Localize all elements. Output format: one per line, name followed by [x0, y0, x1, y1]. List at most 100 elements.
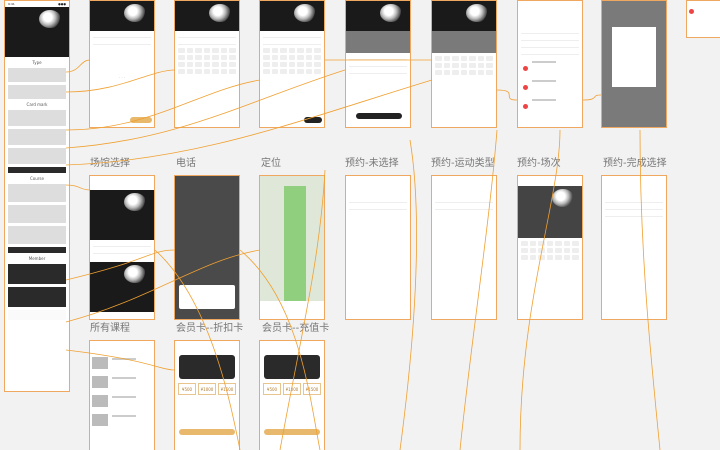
avatar: [523, 104, 528, 109]
prototype-canvas: 9:41 ●●● Type Card mark Course Member · ·…: [0, 0, 720, 450]
screen-comments-partial[interactable]: [686, 0, 720, 38]
amount-option[interactable]: ¥1000: [198, 383, 216, 395]
screen-location[interactable]: [259, 0, 325, 128]
form-row[interactable]: [521, 34, 579, 41]
amount-option[interactable]: ¥500: [263, 383, 281, 395]
screen-booking-session[interactable]: [517, 0, 583, 128]
section-courses-title: Course: [30, 176, 44, 181]
connector: [496, 89, 518, 101]
hero-banner: [90, 190, 154, 240]
form-row[interactable]: [435, 196, 493, 203]
hero-banner: [175, 1, 239, 31]
screen-home[interactable]: 9:41 ●●● Type Card mark Course Member: [4, 0, 70, 392]
sheet-row: [349, 67, 407, 74]
label-phone: 电话: [176, 158, 196, 169]
view-all-button[interactable]: [8, 167, 66, 173]
form-row[interactable]: [521, 41, 579, 48]
section-member-title: Member: [28, 256, 46, 261]
tab-bar[interactable]: [8, 310, 66, 320]
venue-card[interactable]: [8, 148, 66, 164]
course-card[interactable]: [8, 205, 66, 223]
avatar: [523, 85, 528, 90]
member-card-visual: [264, 355, 320, 379]
screen-booking-done[interactable]: [601, 0, 667, 128]
picker-sheet[interactable]: [432, 53, 496, 127]
screen-course-list[interactable]: [89, 340, 155, 450]
label-booking-unselected: 预约-未选择: [345, 158, 399, 169]
label-booking-done: 预约-完成选择: [603, 158, 667, 169]
book-button[interactable]: [304, 117, 322, 123]
screen-form-d[interactable]: [601, 175, 667, 320]
info-row: [178, 31, 236, 38]
confirm-button[interactable]: [130, 117, 152, 123]
screen-booking-sport[interactable]: [431, 0, 497, 128]
info-row: [93, 240, 151, 247]
info-row: [178, 38, 236, 45]
amount-option[interactable]: ¥1500: [218, 383, 236, 395]
screen-booking-unselected[interactable]: [345, 0, 411, 128]
text-line: [532, 80, 556, 82]
form-row[interactable]: [435, 203, 493, 210]
course-list[interactable]: [90, 355, 154, 431]
screen-form-c[interactable]: [517, 175, 583, 320]
section-venue-title: Card mark: [26, 102, 48, 107]
form-row[interactable]: [605, 196, 663, 203]
amount-options[interactable]: ¥500 ¥1000 ¥1500: [178, 383, 236, 395]
picker-grid[interactable]: [432, 53, 496, 78]
form-row[interactable]: [521, 27, 579, 34]
type-tile[interactable]: [8, 85, 66, 99]
label-booking-sport: 预约-运动类型: [431, 158, 495, 169]
amount-option[interactable]: ¥1000: [283, 383, 301, 395]
bottom-sheet[interactable]: [346, 53, 410, 127]
screen-phone[interactable]: [174, 0, 240, 128]
dialog[interactable]: [612, 27, 656, 87]
form-row[interactable]: [605, 210, 663, 217]
type-tile[interactable]: [8, 68, 66, 82]
member-card[interactable]: [8, 287, 66, 307]
hero-banner: [432, 1, 496, 31]
screen-form-a[interactable]: [345, 175, 411, 320]
member-card[interactable]: [8, 264, 66, 284]
form-row[interactable]: [349, 203, 407, 210]
text-line: [112, 358, 136, 360]
hero-banner: [90, 262, 154, 312]
time-grid[interactable]: [260, 45, 324, 77]
screen-all-courses[interactable]: [89, 175, 155, 320]
label-card-stored: 会员卡--充值卡: [262, 323, 330, 334]
screen-member-stored[interactable]: ¥500 ¥1000 ¥1500: [259, 340, 325, 450]
form-row[interactable]: [349, 196, 407, 203]
map-park: [284, 186, 306, 301]
course-card[interactable]: [8, 226, 66, 244]
call-sheet[interactable]: [179, 285, 235, 309]
venue-card[interactable]: [8, 129, 66, 145]
time-grid[interactable]: [175, 45, 239, 77]
amount-option[interactable]: ¥1500: [303, 383, 321, 395]
course-card[interactable]: [8, 184, 66, 202]
screen-venue-select[interactable]: · · ·: [89, 0, 155, 128]
thumb: [92, 414, 108, 426]
info-row: [93, 31, 151, 38]
label-location: 定位: [261, 158, 281, 169]
recharge-button[interactable]: [264, 429, 320, 435]
confirm-button[interactable]: [356, 113, 402, 119]
amount-options[interactable]: ¥500 ¥1000 ¥1500: [263, 383, 321, 395]
recharge-button[interactable]: [179, 429, 235, 435]
hero-banner: [90, 1, 154, 31]
amount-option[interactable]: ¥500: [178, 383, 196, 395]
session-grid[interactable]: [518, 238, 582, 263]
address-panel[interactable]: [260, 301, 324, 319]
text-line: [532, 61, 556, 63]
form-row[interactable]: [521, 48, 579, 55]
text-line: [112, 415, 136, 417]
screen-form-b[interactable]: [431, 175, 497, 320]
view-more-button[interactable]: [8, 247, 66, 253]
screen-phone-call[interactable]: [174, 175, 240, 320]
hero-banner: [260, 1, 324, 31]
member-card-visual: [179, 355, 235, 379]
screen-map[interactable]: [259, 175, 325, 320]
venue-card[interactable]: [8, 110, 66, 126]
text-line: [112, 396, 136, 398]
screen-member-discount[interactable]: ¥500 ¥1000 ¥1500: [174, 340, 240, 450]
form-row[interactable]: [605, 203, 663, 210]
thumb: [92, 357, 108, 369]
